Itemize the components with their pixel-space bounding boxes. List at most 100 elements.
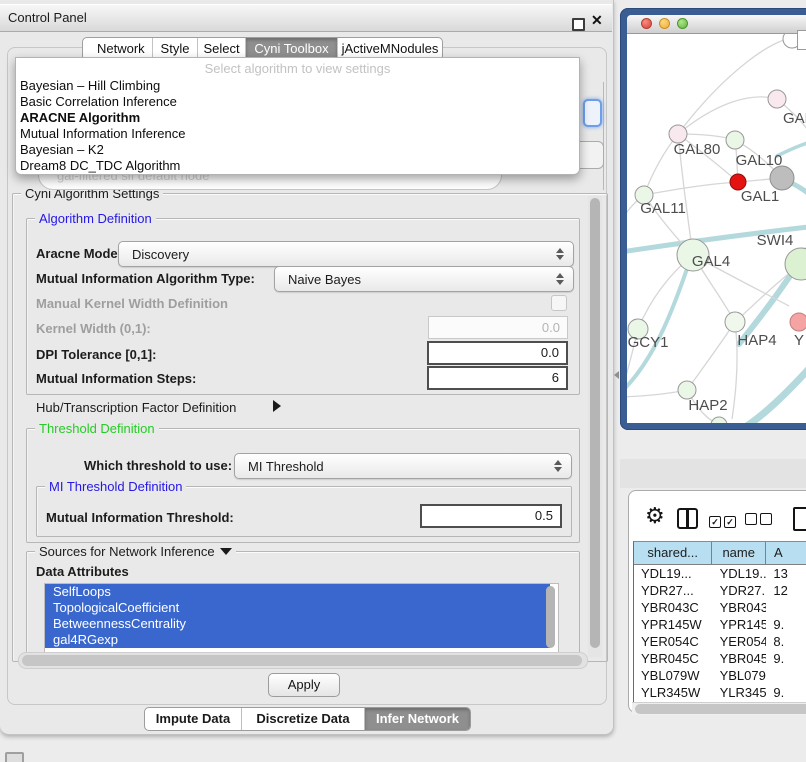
list-item[interactable]: gal4RGexp (45, 632, 550, 648)
node-gal10[interactable] (726, 131, 744, 149)
combo-arrows-icon (548, 460, 568, 472)
sources-title-row[interactable]: Sources for Network Inference (35, 544, 236, 559)
close-traffic-light[interactable] (641, 18, 652, 29)
aracne-mode-select[interactable]: Discovery (118, 241, 574, 267)
dropdown-item[interactable]: Mutual Information Inference (16, 126, 579, 142)
table-row[interactable]: YPR145W YPR145W 9. (634, 616, 806, 633)
kernel-width-input[interactable]: 0.0 (428, 316, 568, 339)
split-columns-icon[interactable] (677, 508, 698, 529)
aracne-mode-label: Aracne Mode: (36, 246, 122, 261)
table-row[interactable]: YLR345W YLR345W 9. (634, 684, 806, 701)
dpi-tolerance-input[interactable]: 0.0 (427, 341, 568, 365)
mi-steps-input[interactable]: 6 (427, 366, 568, 390)
table-panel: ⚙ ✓✓ shared... name A YDL19... YDL19... … (628, 490, 806, 713)
focused-combo-arrow-button[interactable] (583, 99, 602, 127)
close-icon[interactable]: ✕ (591, 12, 603, 29)
table-row[interactable]: YBR043C YBR043C (634, 599, 806, 616)
node-label: GAL10 (736, 152, 783, 169)
expand-arrow-icon[interactable] (273, 400, 281, 412)
hub-definition-toggle[interactable]: Hub/Transcription Factor Definition (36, 400, 236, 415)
table-panel-header: Table Panel (620, 459, 806, 488)
panel-resize-handle[interactable] (614, 371, 619, 379)
which-threshold-select[interactable]: MI Threshold (234, 453, 572, 479)
combo-arrows-icon (550, 248, 570, 260)
network-scrollbar[interactable] (797, 30, 806, 50)
settings-scrollbar-thumb[interactable] (590, 198, 600, 648)
table-row[interactable]: YDL19... YDL19... 13 (634, 565, 806, 582)
float-window-icon[interactable] (572, 18, 585, 31)
zoom-traffic-light[interactable] (677, 18, 688, 29)
settings-hscrollbar-track[interactable] (18, 652, 588, 669)
node-label: SWI4 (757, 232, 794, 249)
table-row[interactable]: YBL079W YBL079W (634, 667, 806, 684)
node-table: shared... name A YDL19... YDL19... 13 YD… (633, 541, 806, 702)
deselect-all-columns-icon[interactable] (745, 512, 772, 530)
collapse-arrow-icon[interactable] (220, 548, 232, 555)
node-label: GAL11 (640, 200, 686, 217)
panel-title: Control Panel (8, 10, 87, 26)
section-title: Threshold Definition (35, 421, 159, 436)
new-table-icon[interactable] (793, 507, 806, 531)
section-title: MI Threshold Definition (45, 479, 186, 494)
table-header-row: shared... name A (634, 542, 806, 565)
node-label: GAL80 (674, 141, 721, 158)
node-label: GCY1 (628, 334, 669, 351)
select-all-columns-icon[interactable]: ✓✓ (709, 512, 736, 530)
list-scrollbar-thumb[interactable] (546, 586, 555, 648)
settings-scrollbar-track[interactable] (588, 196, 602, 657)
node-label: GAL1 (741, 188, 779, 205)
tab-infer-network[interactable]: Infer Network (365, 708, 470, 730)
table-row[interactable]: YER054C YER054C 8. (634, 633, 806, 650)
mi-algorithm-type-select[interactable]: Naive Bayes (274, 266, 574, 292)
control-panel-window: Control Panel ✕ Network Style Sel (0, 0, 614, 735)
network-view-canvas[interactable]: GAL GAL80 GAL10 GAL1 GAL11 GAL4 SWI4 GCY… (627, 34, 806, 423)
data-attributes-list: SelfLoops TopologicalCoefficient Between… (44, 583, 559, 653)
gear-icon[interactable]: ⚙ (645, 505, 665, 527)
minimize-traffic-light[interactable] (659, 18, 670, 29)
dpi-tolerance-label: DPI Tolerance [0,1]: (36, 347, 156, 362)
combo-arrows-icon (550, 273, 570, 285)
control-panel-header: Control Panel ✕ (0, 4, 612, 32)
column-header[interactable]: shared... (634, 542, 712, 564)
column-header[interactable]: name (712, 542, 766, 564)
settings-hscrollbar-thumb[interactable] (22, 655, 582, 666)
node-gal7[interactable] (768, 90, 786, 108)
network-graph[interactable]: GAL GAL80 GAL10 GAL1 GAL11 GAL4 SWI4 GCY… (627, 34, 806, 423)
table-row[interactable]: YBR045C YBR045C 9. (634, 650, 806, 667)
manual-kernel-checkbox[interactable] (551, 295, 567, 311)
node-label: HAP2 (688, 397, 727, 414)
dropdown-item[interactable]: Bayesian – Hill Climbing (16, 78, 579, 94)
node-label: GAL (783, 110, 806, 127)
table-hscrollbar-thumb[interactable] (635, 704, 806, 714)
node-y[interactable] (790, 313, 806, 331)
section-title: Algorithm Definition (35, 211, 156, 226)
apply-button[interactable]: Apply (268, 673, 340, 697)
dropdown-prompt: Select algorithm to view settings (16, 59, 579, 78)
node-label: GAL4 (692, 253, 730, 270)
which-threshold-label: Which threshold to use: (84, 458, 232, 473)
bottom-tabbar: Impute Data Discretize Data Infer Networ… (144, 707, 471, 731)
minimized-panel-icon[interactable] (5, 752, 24, 762)
dropdown-item[interactable]: Basic Correlation Inference (16, 94, 579, 110)
desktop: Control Panel ✕ Network Style Sel (0, 0, 806, 762)
list-item[interactable]: SelfLoops (45, 584, 550, 600)
list-item[interactable]: BetweennessCentrality (45, 616, 550, 632)
tab-discretize-data[interactable]: Discretize Data (242, 708, 365, 730)
network-window-titlebar[interactable] (627, 15, 806, 34)
data-attributes-label: Data Attributes (36, 564, 129, 579)
column-header[interactable]: A (766, 542, 806, 564)
table-hscrollbar-track[interactable] (632, 702, 806, 715)
mi-threshold-label: Mutual Information Threshold: (46, 510, 234, 525)
tab-impute-data[interactable]: Impute Data (145, 708, 242, 730)
table-row[interactable]: YDR27... YDR27... 12 (634, 582, 806, 599)
sources-title: Sources for Network Inference (39, 544, 215, 559)
list-item[interactable]: TopologicalCoefficient (45, 600, 550, 616)
node-gray[interactable] (770, 166, 794, 190)
node-hap4[interactable] (725, 312, 745, 332)
dropdown-item[interactable]: Dream8 DC_TDC Algorithm (16, 158, 579, 174)
dropdown-item-selected[interactable]: ARACNE Algorithm (16, 110, 579, 126)
mi-threshold-input[interactable]: 0.5 (420, 504, 562, 528)
node-bottom[interactable] (711, 417, 727, 423)
dropdown-item[interactable]: Bayesian – K2 (16, 142, 579, 158)
hidden-panel-border (603, 82, 604, 190)
